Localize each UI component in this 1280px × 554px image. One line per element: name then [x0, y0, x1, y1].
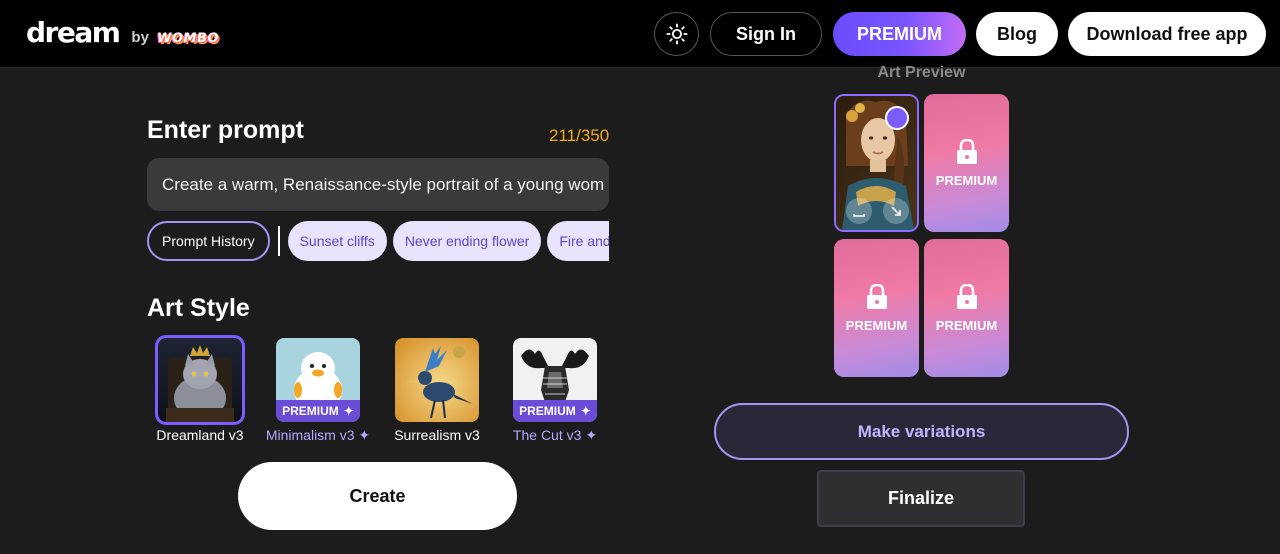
premium-badge-label: PREMIUM [519, 404, 576, 418]
prompt-input[interactable]: Create a warm, Renaissance-style portrai… [147, 158, 609, 211]
prompt-char-count: 211/350 [549, 126, 610, 145]
prompt-title: Enter prompt [147, 116, 304, 144]
locked-label: PREMIUM [935, 317, 998, 333]
suggestion-chip[interactable]: Sunset cliffs [287, 221, 387, 261]
art-preview-title: Art Preview [877, 64, 966, 81]
style-label-text: Minimalism v3 [265, 427, 355, 443]
style-card-surrealism[interactable]: Surrealism v3 [382, 338, 492, 443]
logo-dream: dream [26, 16, 121, 49]
finalize-button[interactable]: Finalize [817, 470, 1025, 527]
style-thumbnail: PREMIUM ✦ [276, 338, 360, 422]
locked-label: PREMIUM [845, 317, 908, 333]
download-icon[interactable] [846, 198, 872, 224]
prompt-suggestions: Prompt History Sunset cliffs Never endin… [147, 221, 609, 261]
preview-tile-locked[interactable]: PREMIUM [924, 239, 1009, 377]
locked-label: PREMIUM [935, 172, 998, 188]
lock-icon [956, 283, 977, 309]
style-label: Surrealism v3 [394, 427, 480, 443]
create-button[interactable]: Create [238, 462, 517, 530]
lock-icon [956, 138, 977, 164]
sun-icon [665, 23, 688, 45]
art-style-title: Art Style [147, 294, 250, 322]
style-card-minimalism[interactable]: PREMIUM ✦ Minimalism v3 ✦ [263, 338, 373, 444]
premium-button[interactable]: PREMIUM [833, 12, 966, 56]
logo-wombo: WOMBO [155, 31, 220, 46]
download-app-button[interactable]: Download free app [1068, 12, 1266, 56]
surrealism-bird-image [395, 338, 479, 422]
preview-tile-locked[interactable]: PREMIUM [924, 94, 1009, 232]
premium-badge: PREMIUM ✦ [276, 400, 360, 422]
sparkle-icon: ✦ [585, 427, 598, 443]
premium-badge-label: PREMIUM [282, 404, 339, 418]
blog-button[interactable]: Blog [976, 12, 1058, 56]
preview-tile-locked[interactable]: PREMIUM [834, 239, 919, 377]
theme-toggle-button[interactable] [654, 12, 699, 56]
sparkle-icon: ✦ [580, 404, 591, 418]
logo[interactable]: dream by WOMBO [26, 16, 220, 49]
sparkle-icon: ✦ [358, 427, 371, 443]
style-card-dreamland[interactable]: Dreamland v3 [145, 335, 255, 443]
suggestion-chip[interactable]: Fire and water [547, 221, 609, 261]
top-nav: dream by WOMBO Sign In PREMIUM Blog Down… [0, 0, 1280, 68]
expand-icon[interactable] [883, 198, 909, 224]
style-thumbnail: PREMIUM ✦ [513, 338, 597, 422]
selected-indicator [885, 106, 909, 130]
style-label-text: The Cut v3 [512, 427, 582, 443]
prompt-input-value: Create a warm, Renaissance-style portrai… [162, 174, 605, 194]
make-variations-button[interactable]: Make variations [714, 403, 1129, 460]
premium-badge: PREMIUM ✦ [513, 400, 597, 422]
preview-tile-selected[interactable] [834, 94, 919, 232]
style-label: The Cut v3 ✦ [500, 427, 610, 444]
chip-divider [277, 226, 280, 256]
lock-icon [866, 283, 887, 309]
suggestion-chip[interactable]: Never ending flower [392, 221, 542, 261]
style-label: Minimalism v3 ✦ [263, 427, 373, 444]
style-thumbnail [395, 338, 479, 422]
prompt-history-button[interactable]: Prompt History [147, 221, 270, 261]
style-thumbnail [155, 335, 245, 425]
logo-by: by [131, 29, 149, 46]
style-card-the-cut[interactable]: PREMIUM ✦ The Cut v3 ✦ [500, 338, 610, 444]
dreamland-cat-image [158, 338, 242, 422]
sign-in-button[interactable]: Sign In [710, 12, 822, 56]
style-label: Dreamland v3 [156, 427, 244, 443]
sparkle-icon: ✦ [343, 404, 354, 418]
